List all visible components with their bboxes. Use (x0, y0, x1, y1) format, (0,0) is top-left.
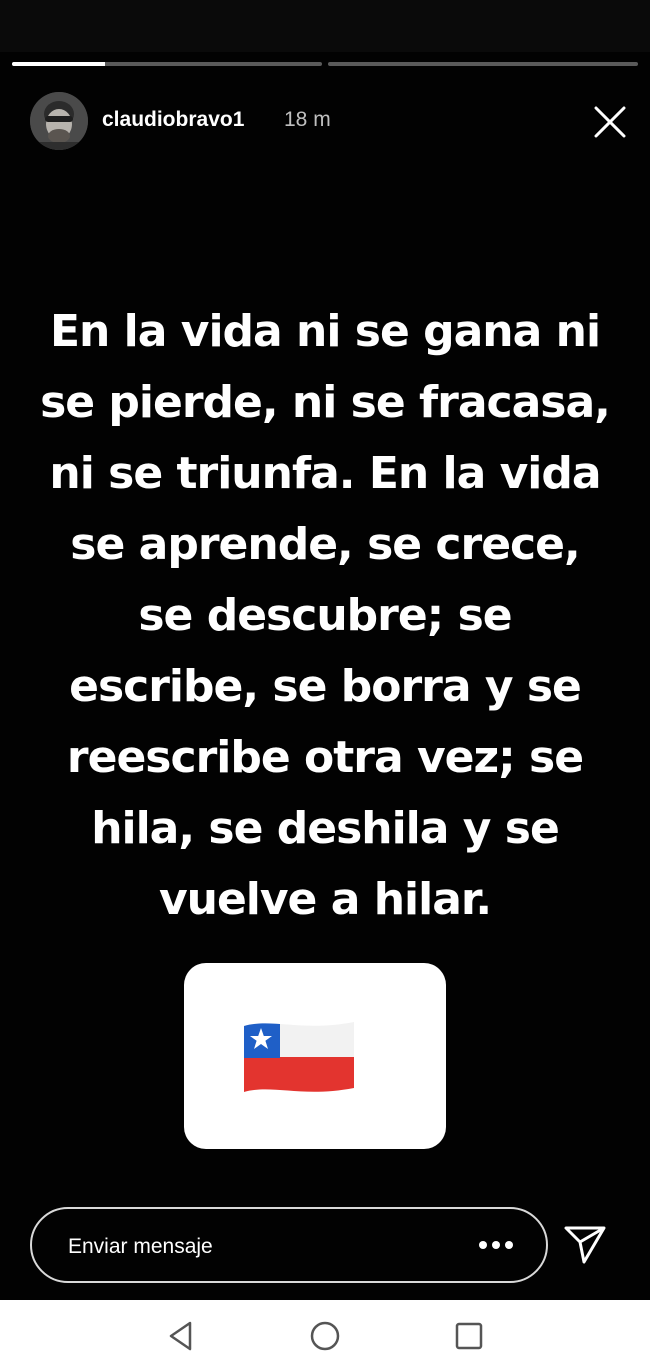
reply-placeholder: Enviar mensaje (68, 1235, 213, 1258)
progress-segment-2 (328, 62, 638, 66)
profile-photo (30, 92, 88, 150)
quote-line: ni se triunfa. En la vida (49, 448, 601, 499)
quote-line: En la vida ni se gana ni (49, 306, 601, 357)
quote-line: se pierde, ni se fracasa, (40, 377, 611, 428)
close-icon[interactable] (590, 102, 630, 142)
avatar[interactable] (30, 92, 88, 150)
send-icon[interactable] (562, 1222, 608, 1266)
chile-flag-icon (242, 1018, 356, 1096)
quote-line: se aprende, se crece, (70, 519, 580, 570)
quote-line: reescribe otra vez; se (66, 732, 584, 783)
quote-line: escribe, se borra y se (69, 661, 582, 712)
story-quote-text: En la vida ni se gana ni se pierde, ni se… (0, 296, 650, 935)
username[interactable]: claudiobravo1 (102, 108, 244, 132)
recents-icon[interactable] (447, 1314, 491, 1358)
story-time: 18 m (284, 108, 331, 131)
system-nav-bar (0, 1300, 650, 1372)
story-header: claudiobravo1 18 m (30, 92, 630, 152)
status-bar (0, 0, 650, 52)
back-icon[interactable] (158, 1314, 202, 1358)
story-progress (12, 62, 638, 66)
progress-segment-1 (12, 62, 322, 66)
quote-line: se descubre; se (138, 590, 512, 641)
progress-fill-1 (12, 62, 105, 66)
reply-input[interactable]: Enviar mensaje (30, 1207, 548, 1283)
quote-line: vuelve a hilar. (158, 874, 492, 925)
more-dots-icon[interactable] (476, 1235, 516, 1255)
home-icon[interactable] (303, 1314, 347, 1358)
quote-line: hila, se deshila y se (91, 803, 560, 854)
